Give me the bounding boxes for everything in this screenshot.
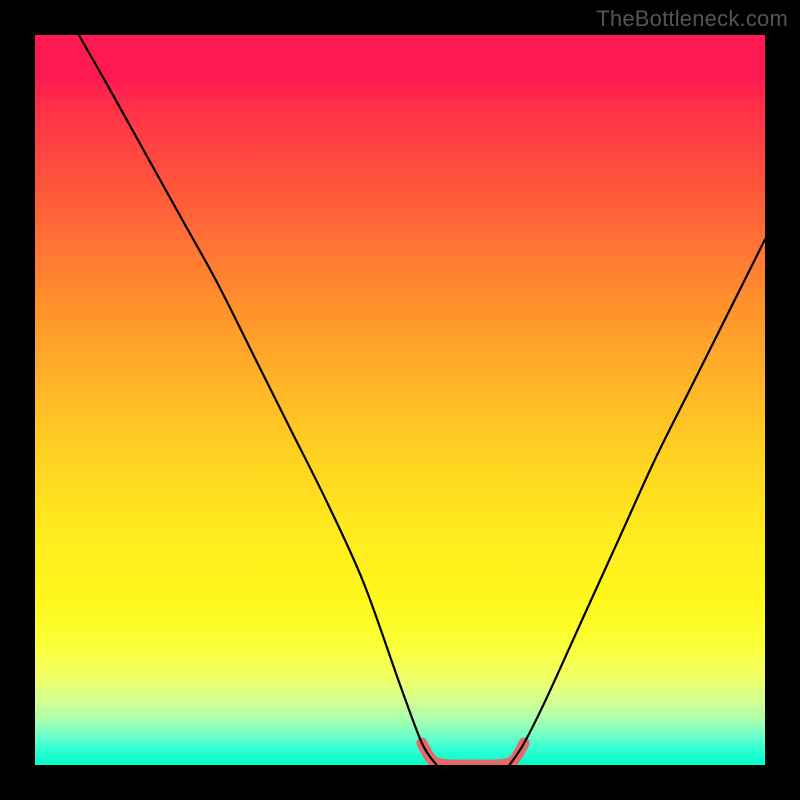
valley-highlight-path	[422, 743, 524, 765]
plot-area	[35, 35, 765, 765]
right-branch-path	[510, 239, 766, 765]
chart-frame: TheBottleneck.com	[0, 0, 800, 800]
left-branch-path	[79, 35, 437, 765]
watermark-text: TheBottleneck.com	[596, 6, 788, 32]
curve-layer	[35, 35, 765, 765]
